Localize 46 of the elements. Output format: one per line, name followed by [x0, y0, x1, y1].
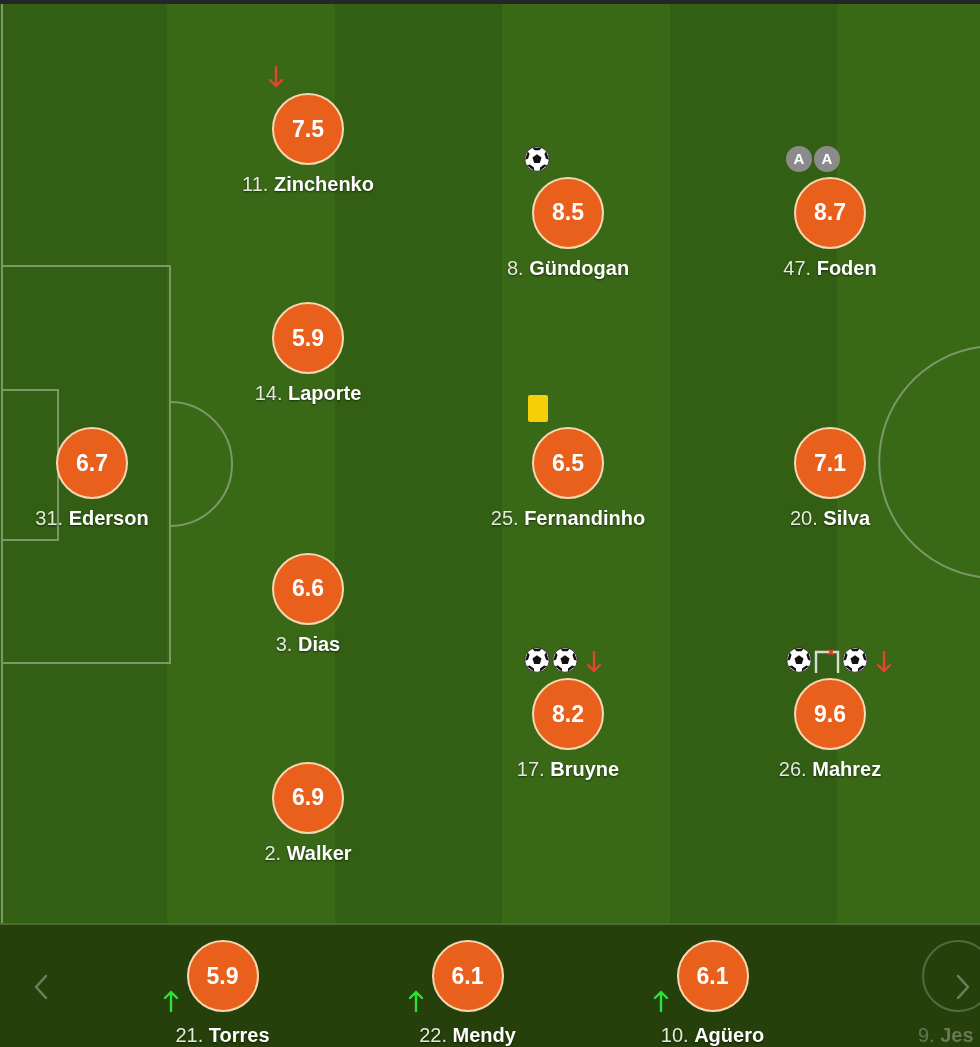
player-name: 8. Gündogan — [506, 255, 630, 281]
player-rating: 5.9 — [186, 940, 259, 1012]
player-name: 17. Bruyne — [516, 757, 620, 783]
player-rating: 8.2 — [532, 678, 604, 751]
player-name: 2. Walker — [264, 840, 352, 866]
player-rating: 6.1 — [431, 940, 504, 1012]
chevron-left-icon — [34, 974, 48, 1000]
soccer-ball-icon — [786, 647, 812, 674]
player-name: 14. Laporte — [254, 381, 362, 407]
player-name: 26. Mahrez — [778, 757, 882, 783]
chevron-right-icon — [956, 974, 970, 1000]
player-name: 11. Zinchenko — [242, 172, 374, 198]
player-name: 10. Agüero — [660, 1023, 765, 1047]
player-rating: 6.6 — [272, 552, 344, 625]
player-rating: 6.5 — [532, 427, 604, 500]
player-rating: 6.1 — [676, 940, 749, 1012]
player-rating: 8.5 — [532, 176, 604, 249]
player-rating: 6.7 — [56, 427, 128, 500]
up-arrow-icon — [652, 990, 669, 1012]
down-arrow-icon — [876, 651, 892, 674]
player-rating: 9.6 — [794, 678, 866, 751]
player-rating: 6.9 — [272, 761, 344, 834]
soccer-ball-icon — [842, 647, 868, 674]
down-arrow-icon — [268, 66, 284, 89]
soccer-ball-icon — [524, 647, 550, 674]
goal-frame-icon — [814, 649, 840, 674]
player-name: 3. Dias — [275, 631, 341, 657]
assist-badge: A — [814, 145, 840, 172]
player-name: 21. Torres — [175, 1023, 270, 1047]
down-arrow-icon — [586, 651, 602, 674]
player-name: 25. Fernandinho — [490, 506, 646, 532]
soccer-ball-icon — [552, 647, 578, 674]
player-name: 20. Silva — [789, 506, 871, 532]
player-name: 31. Ederson — [35, 506, 149, 532]
soccer-ball-icon — [524, 145, 550, 172]
player-name: 9. Jes — [918, 1023, 974, 1047]
player-name: 47. Foden — [783, 255, 877, 281]
player-name: 22. Mendy — [419, 1023, 516, 1047]
player-rating: 8.7 — [794, 176, 866, 249]
booking-card-icon — [528, 395, 548, 423]
player-rating: 5.9 — [272, 302, 344, 375]
player-rating: 7.5 — [272, 93, 344, 166]
up-arrow-icon — [162, 990, 179, 1012]
player-rating: 7.1 — [794, 427, 866, 500]
up-arrow-icon — [407, 990, 424, 1012]
assist-badge: A — [786, 145, 812, 172]
